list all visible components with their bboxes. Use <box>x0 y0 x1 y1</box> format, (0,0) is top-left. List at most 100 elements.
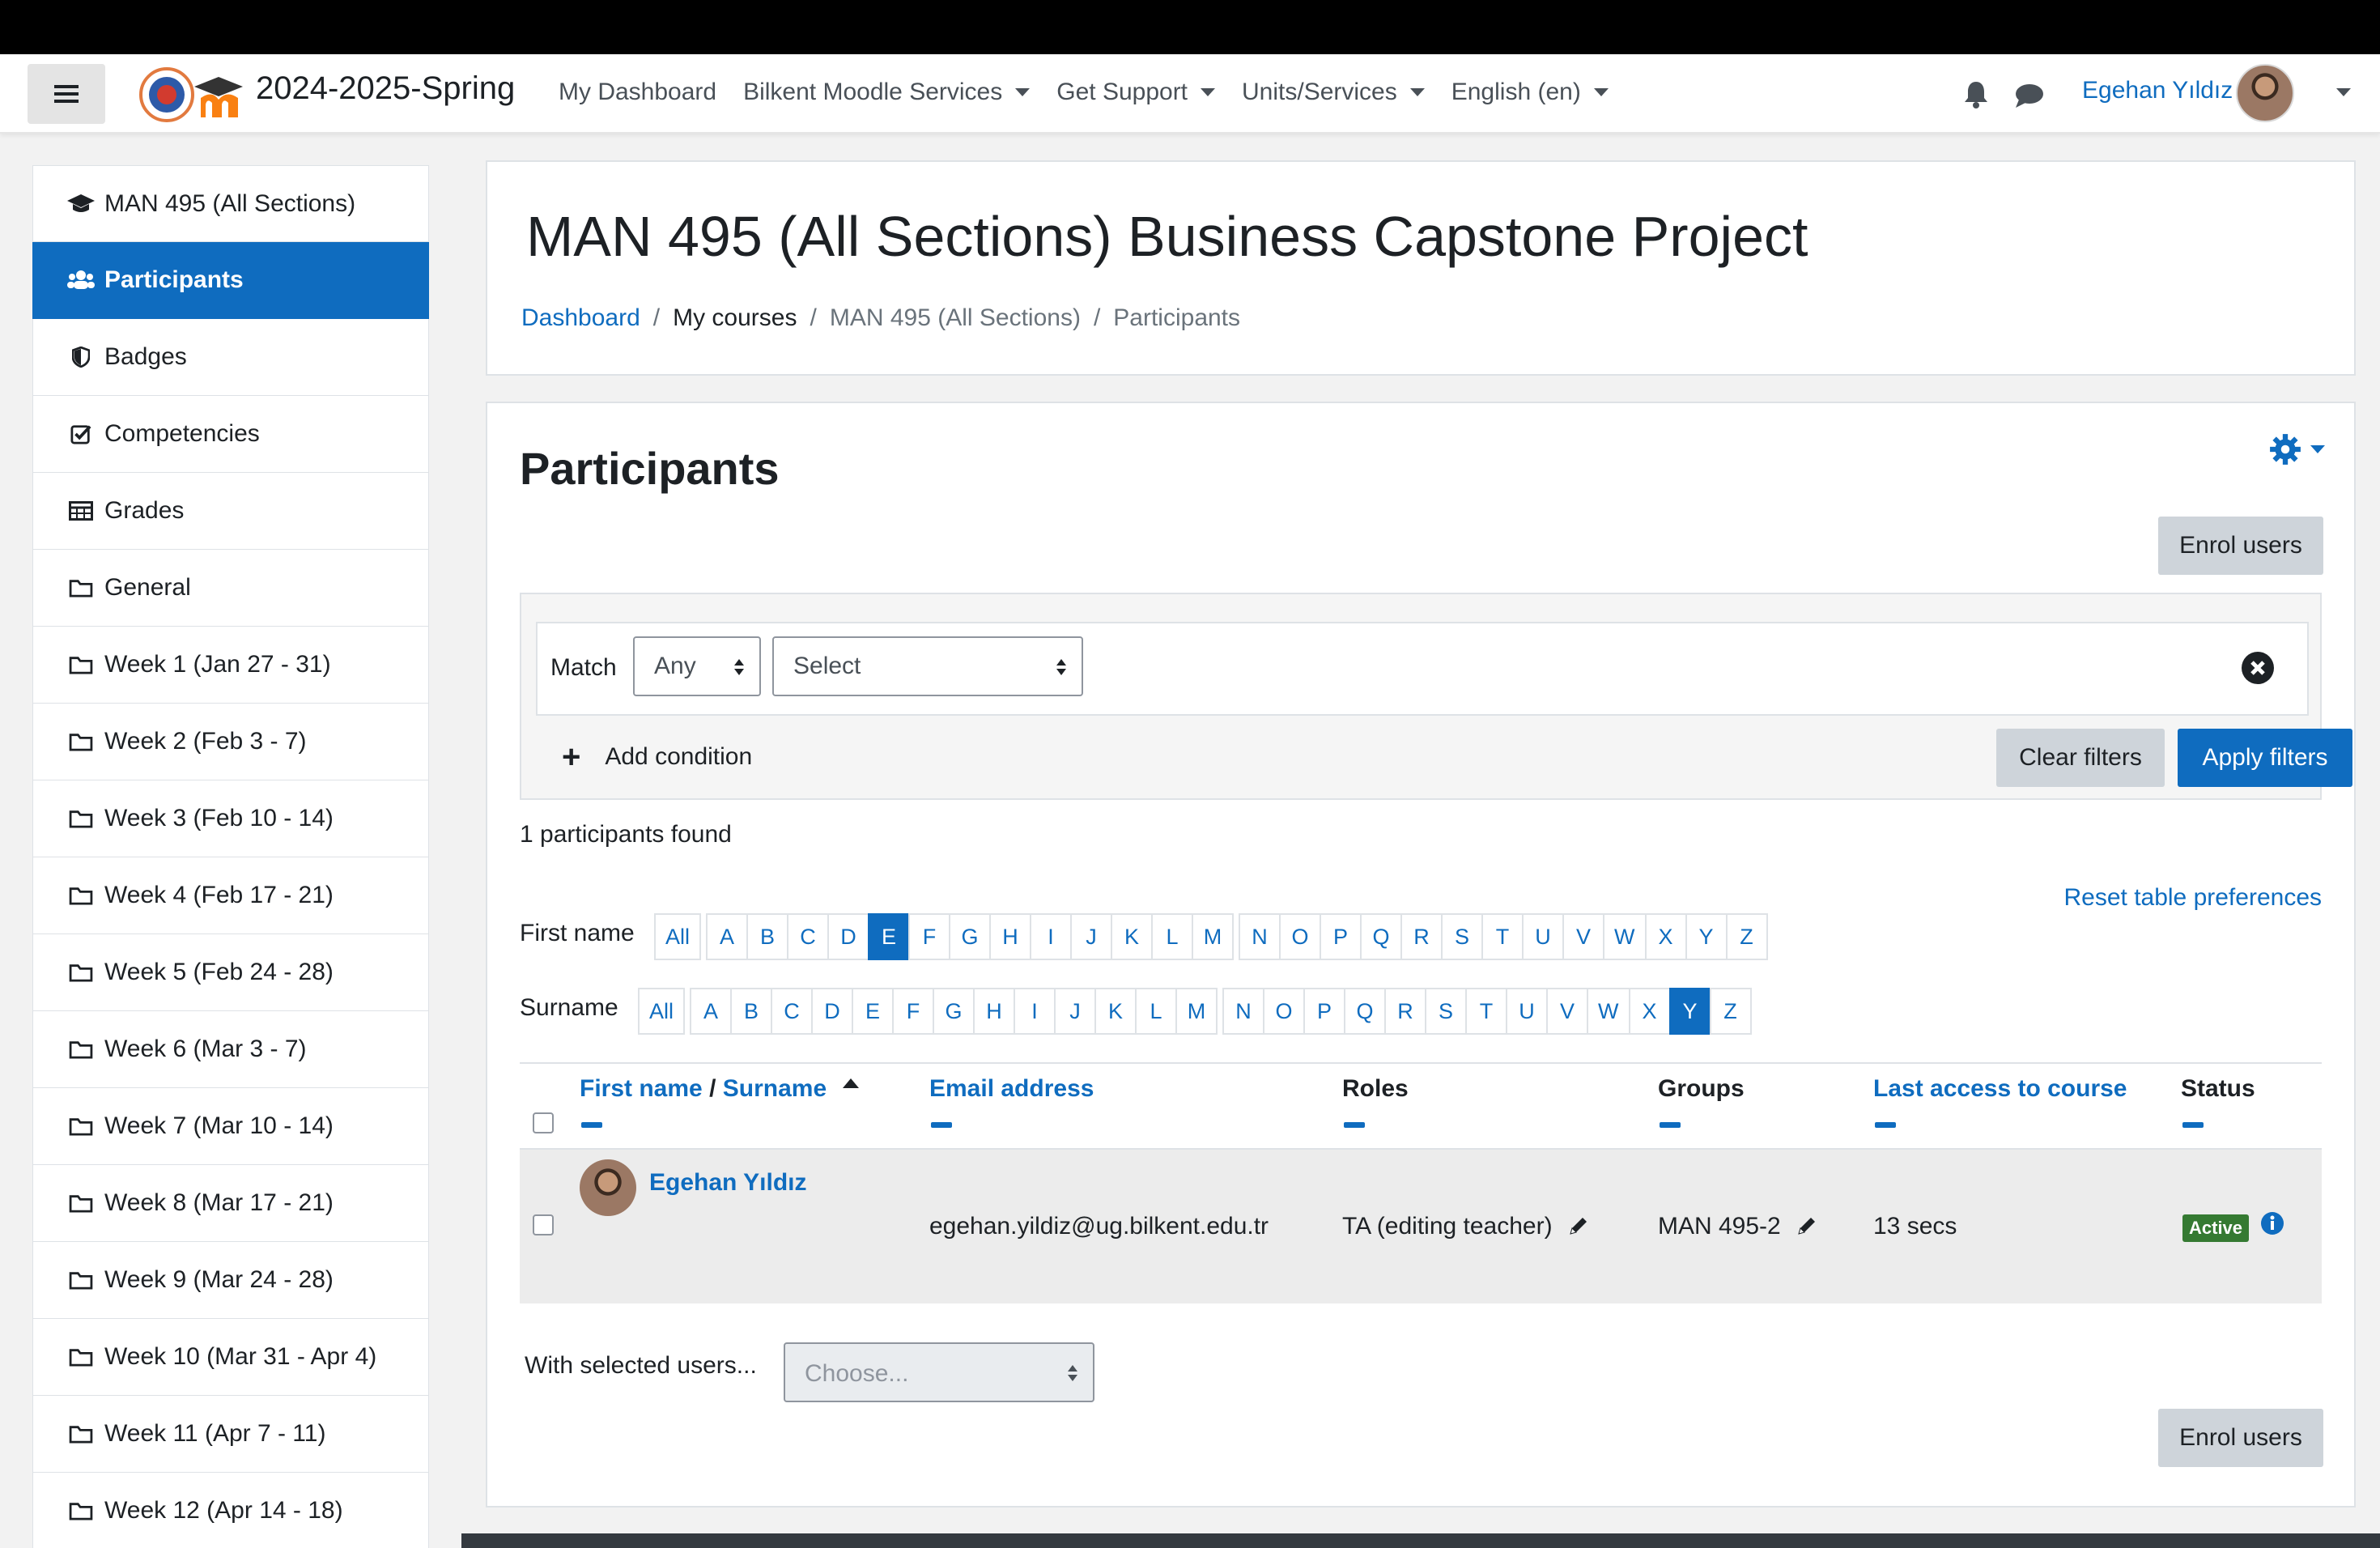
firstname-initial-m[interactable]: M <box>1192 913 1235 960</box>
avatar[interactable] <box>580 1159 636 1216</box>
sidebar-item-section[interactable]: Week 7 (Mar 10 - 14) <box>32 1088 429 1165</box>
filter-type-select[interactable]: Select <box>772 636 1083 696</box>
firstname-initial-a[interactable]: A <box>706 913 749 960</box>
apply-filters-button[interactable]: Apply filters <box>2178 729 2352 787</box>
surname-initial-k[interactable]: K <box>1094 988 1137 1035</box>
add-condition-button[interactable]: + Add condition <box>562 741 752 773</box>
sort-email-link[interactable]: Email address <box>929 1075 1094 1103</box>
firstname-initial-r[interactable]: R <box>1400 913 1443 960</box>
surname-initial-m[interactable]: M <box>1175 988 1218 1035</box>
surname-initial-a[interactable]: A <box>690 988 733 1035</box>
surname-initial-h[interactable]: H <box>973 988 1016 1035</box>
nav-units-services[interactable]: Units/Services <box>1242 79 1425 106</box>
surname-initial-y[interactable]: Y <box>1668 988 1711 1035</box>
info-icon[interactable] <box>2260 1211 2284 1235</box>
surname-initial-z[interactable]: Z <box>1709 988 1752 1035</box>
surname-initial-v[interactable]: V <box>1546 988 1589 1035</box>
enrol-users-button-top[interactable]: Enrol users <box>2158 517 2323 575</box>
user-avatar[interactable] <box>2236 64 2294 122</box>
collapse-column-icon[interactable] <box>1344 1122 1365 1128</box>
sidebar-item-participants[interactable]: Participants <box>32 242 429 319</box>
surname-initial-i[interactable]: I <box>1014 988 1056 1035</box>
firstname-initial-h[interactable]: H <box>989 913 1032 960</box>
collapse-column-icon[interactable] <box>1875 1122 1896 1128</box>
firstname-initial-g[interactable]: G <box>949 913 992 960</box>
firstname-initial-o[interactable]: O <box>1279 913 1322 960</box>
surname-initial-f[interactable]: F <box>892 988 935 1035</box>
firstname-initial-n[interactable]: N <box>1239 913 1281 960</box>
sidebar-item-section[interactable]: Week 12 (Apr 14 - 18) <box>32 1473 429 1548</box>
surname-initial-d[interactable]: D <box>811 988 854 1035</box>
user-menu-name[interactable]: Egehan Yıldız <box>2082 77 2233 104</box>
firstname-initial-q[interactable]: Q <box>1360 913 1403 960</box>
sort-last-access-link[interactable]: Last access to course <box>1873 1075 2127 1103</box>
clear-filters-button[interactable]: Clear filters <box>1996 729 2165 787</box>
firstname-initial-v[interactable]: V <box>1562 913 1605 960</box>
sidebar-item-section[interactable]: Week 1 (Jan 27 - 31) <box>32 627 429 704</box>
surname-initial-s[interactable]: S <box>1425 988 1468 1035</box>
enrol-users-button-bottom[interactable]: Enrol users <box>2158 1409 2323 1467</box>
collapse-column-icon[interactable] <box>581 1122 602 1128</box>
firstname-initial-s[interactable]: S <box>1441 913 1484 960</box>
surname-initial-w[interactable]: W <box>1587 988 1630 1035</box>
surname-initial-g[interactable]: G <box>933 988 975 1035</box>
firstname-initial-p[interactable]: P <box>1320 913 1362 960</box>
sidebar-item-section[interactable]: Week 5 (Feb 24 - 28) <box>32 934 429 1011</box>
remove-condition-icon[interactable] <box>2241 651 2275 685</box>
menu-toggle-button[interactable] <box>28 64 105 124</box>
firstname-initial-l[interactable]: L <box>1151 913 1194 960</box>
sort-firstname-link[interactable]: First name <box>580 1075 703 1102</box>
pencil-icon[interactable] <box>1567 1214 1590 1237</box>
sort-surname-link[interactable]: Surname <box>723 1075 827 1102</box>
firstname-initial-u[interactable]: U <box>1522 913 1565 960</box>
nav-moodle-services[interactable]: Bilkent Moodle Services <box>743 79 1031 106</box>
surname-initial-n[interactable]: N <box>1222 988 1265 1035</box>
surname-initial-u[interactable]: U <box>1506 988 1549 1035</box>
chat-icon[interactable] <box>2014 82 2045 109</box>
surname-initial-p[interactable]: P <box>1303 988 1346 1035</box>
surname-initial-t[interactable]: T <box>1465 988 1508 1035</box>
firstname-initial-y[interactable]: Y <box>1685 913 1728 960</box>
sidebar-item-section[interactable]: Week 11 (Apr 7 - 11) <box>32 1396 429 1473</box>
breadcrumb-my-courses[interactable]: My courses <box>673 304 797 332</box>
surname-initial-x[interactable]: X <box>1628 988 1671 1035</box>
surname-initial-c[interactable]: C <box>771 988 814 1035</box>
sidebar-item-section[interactable]: Week 4 (Feb 17 - 21) <box>32 857 429 934</box>
firstname-initial-x[interactable]: X <box>1644 913 1687 960</box>
sidebar-item-section[interactable]: Week 9 (Mar 24 - 28) <box>32 1242 429 1319</box>
bulk-action-select[interactable]: Choose... <box>784 1342 1094 1402</box>
firstname-initial-all[interactable]: All <box>654 913 702 960</box>
firstname-initial-f[interactable]: F <box>908 913 951 960</box>
sidebar-item-course[interactable]: MAN 495 (All Sections) <box>32 165 429 242</box>
firstname-initial-i[interactable]: I <box>1030 913 1073 960</box>
surname-initial-e[interactable]: E <box>852 988 895 1035</box>
breadcrumb-course[interactable]: MAN 495 (All Sections) <box>830 304 1081 332</box>
sidebar-item-badges[interactable]: Badges <box>32 319 429 396</box>
site-title[interactable]: 2024-2025-Spring <box>256 70 515 107</box>
collapse-column-icon[interactable] <box>1660 1122 1681 1128</box>
breadcrumb-dashboard[interactable]: Dashboard <box>521 304 640 332</box>
surname-initial-j[interactable]: J <box>1054 988 1097 1035</box>
firstname-initial-e[interactable]: E <box>868 913 911 960</box>
firstname-initial-b[interactable]: B <box>746 913 789 960</box>
firstname-initial-d[interactable]: D <box>827 913 870 960</box>
surname-initial-q[interactable]: Q <box>1344 988 1387 1035</box>
match-select[interactable]: Any <box>633 636 761 696</box>
nav-get-support[interactable]: Get Support <box>1056 79 1216 106</box>
firstname-initial-z[interactable]: Z <box>1725 913 1768 960</box>
select-all-checkbox[interactable] <box>533 1112 554 1133</box>
bell-icon[interactable] <box>1962 80 1990 109</box>
firstname-initial-w[interactable]: W <box>1603 913 1647 960</box>
settings-menu-button[interactable] <box>2268 429 2333 470</box>
collapse-column-icon[interactable] <box>931 1122 952 1128</box>
sidebar-item-section[interactable]: General <box>32 550 429 627</box>
firstname-initial-k[interactable]: K <box>1111 913 1154 960</box>
sidebar-item-section[interactable]: Week 10 (Mar 31 - Apr 4) <box>32 1319 429 1396</box>
surname-initial-l[interactable]: L <box>1135 988 1178 1035</box>
reset-table-preferences-link[interactable]: Reset table preferences <box>2063 884 2322 912</box>
sidebar-item-section[interactable]: Week 6 (Mar 3 - 7) <box>32 1011 429 1088</box>
sidebar-item-section[interactable]: Week 8 (Mar 17 - 21) <box>32 1165 429 1242</box>
surname-initial-r[interactable]: R <box>1384 988 1427 1035</box>
nav-language[interactable]: English (en) <box>1451 79 1609 106</box>
nav-my-dashboard[interactable]: My Dashboard <box>559 79 716 106</box>
